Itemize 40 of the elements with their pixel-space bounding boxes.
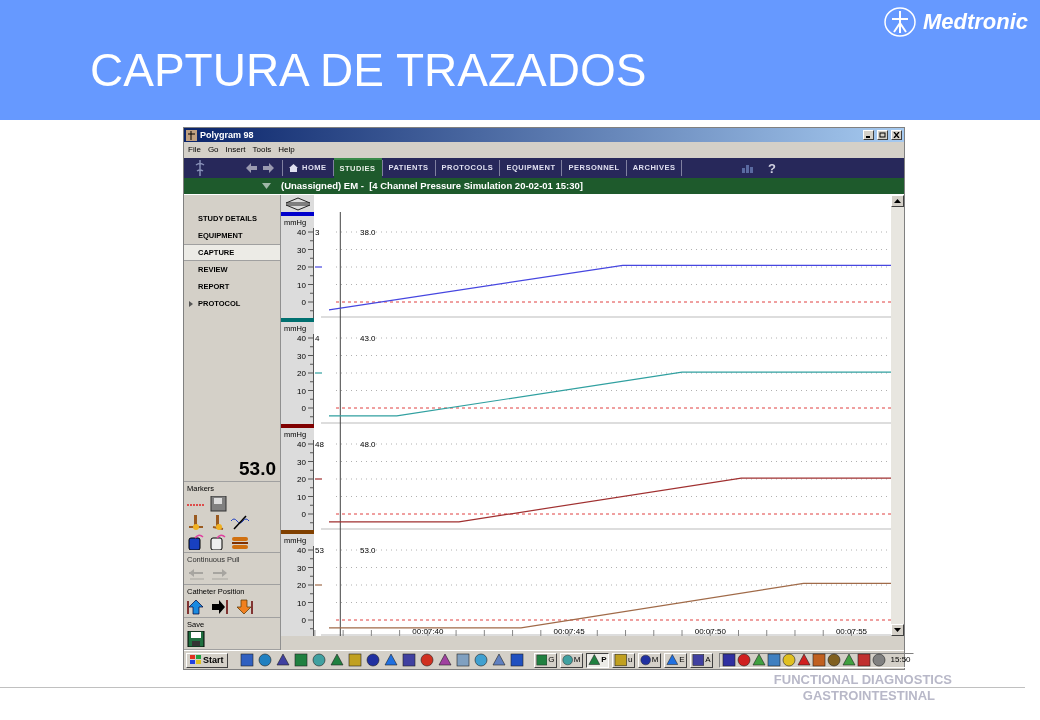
cut-value-label: 4 [315,334,320,343]
tick-label: 20 [297,369,306,378]
cut-value-label: 53 [315,546,324,555]
tick-label: 30 [297,245,306,255]
tick-label: 00:07:40 [412,627,444,636]
cursor-value: 53.0 [360,546,376,555]
tick-label: 10 [297,492,306,502]
tick-label: 40 [297,334,306,343]
tick-label: 40 [297,228,306,237]
tick-label: 0 [301,298,306,307]
tick-label: 30 [297,563,306,573]
tick-label: 40 [297,440,306,449]
footer-text: FUNCTIONAL DIAGNOSTICS [773,672,952,687]
tick-label: 10 [297,386,306,396]
cursor-value: 38.0 [360,228,376,237]
tick-label: 40 [297,546,306,555]
cursor-value: 43.0 [360,334,376,343]
tick-label: 30 [297,351,306,361]
tick-label: 20 [297,263,306,272]
tick-label: 0 [301,510,306,519]
cut-value-label: 48 [315,440,324,449]
logo-wordmark: Medtronic [922,11,1028,33]
tick-label: 30 [297,457,306,467]
window-title: Polygram 98 [200,130,254,140]
study-title: (Unassigned) EM - [4 Channel Pressure Simulation 20-02-01 15:30] [281,181,583,191]
tick-label: 00:07:45 [553,627,585,636]
tick-label: 20 [297,475,306,484]
tick-label: 0 [301,404,306,413]
clock: 15:50 [890,656,911,664]
tick-label: 10 [297,280,306,290]
tick-label: 0 [301,616,306,625]
tick-label: 00:07:55 [835,627,868,636]
footer-text: GASTROINTESTINAL [802,688,935,703]
slide-title: CAPTURA DE TRAZADOS [89,43,648,98]
cursor-value: 48.0 [360,440,376,449]
cut-value-label: 3 [315,228,320,237]
current-value: 53.0 [184,455,280,482]
tick-label: 00:07:50 [694,627,726,636]
tick-label: 10 [297,598,306,608]
tick-label: 20 [297,581,306,590]
